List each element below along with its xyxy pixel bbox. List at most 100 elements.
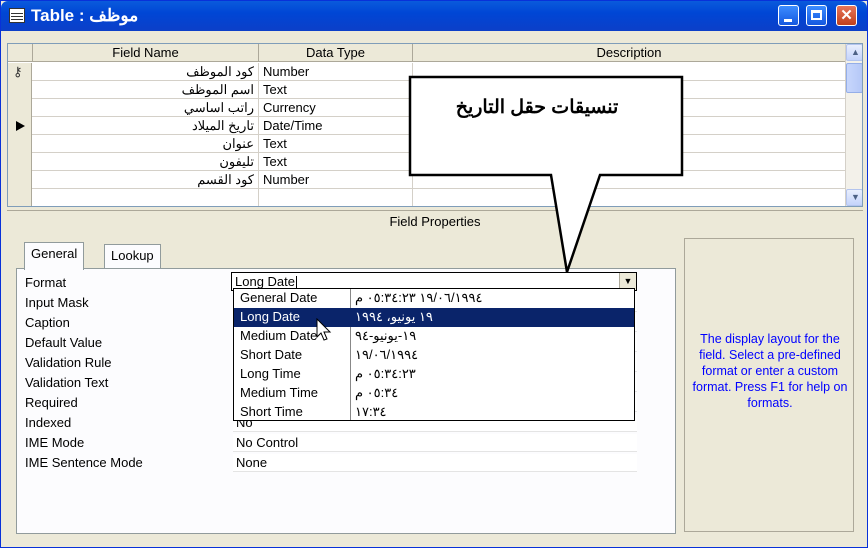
row-selector[interactable] [8, 189, 32, 206]
field-name-cell[interactable]: عنوان [33, 135, 259, 153]
scroll-thumb[interactable] [846, 63, 862, 93]
format-option[interactable]: Short Date ١٩/٠٦/١٩٩٤ [234, 346, 634, 365]
format-option-sample: ١٧:٣٤ [355, 404, 387, 419]
description-cell[interactable] [413, 171, 846, 189]
grid-header: Field Name Data Type Description [8, 44, 846, 62]
row-selector[interactable] [8, 117, 32, 135]
tab-lookup[interactable]: Lookup [104, 244, 161, 268]
field-name-cell[interactable]: راتب اساسي [33, 99, 259, 117]
callout-text: تنسيقات حقل التاريخ [455, 97, 619, 118]
current-row-icon [16, 121, 25, 131]
description-cell[interactable] [413, 63, 846, 81]
header-description[interactable]: Description [413, 44, 846, 62]
row-selector[interactable] [8, 81, 32, 99]
table-row[interactable] [8, 189, 846, 206]
format-option-name: Medium Date [240, 328, 318, 343]
field-name-cell[interactable]: كود القسم [33, 171, 259, 189]
field-name-cell[interactable]: تليفون [33, 153, 259, 171]
format-option-name: Medium Time [240, 385, 319, 400]
format-option-name: Long Time [240, 366, 301, 381]
header-selector [8, 44, 33, 62]
property-label: Input Mask [25, 295, 89, 310]
format-option-sample: ٠٥:٣٤ م [355, 385, 399, 400]
row-selector[interactable] [8, 135, 32, 153]
close-button[interactable]: ✕ [836, 5, 857, 26]
property-label: Validation Rule [25, 355, 112, 370]
row-selector[interactable] [8, 171, 32, 189]
mouse-pointer-icon [316, 318, 332, 341]
format-option-name: General Date [240, 290, 318, 305]
format-dropdown-list: General Date ١٩/٠٦/١٩٩٤ ٠٥:٣٤:٢٣ م Long Da… [233, 288, 635, 421]
data-type-cell[interactable] [259, 189, 413, 206]
table-row[interactable]: تاريخ الميلاد Date/Time [8, 117, 846, 135]
tab-general[interactable]: General [24, 242, 85, 270]
description-cell[interactable] [413, 135, 846, 153]
chevron-down-icon: ▼ [851, 192, 860, 202]
field-name-cell[interactable]: تاريخ الميلاد [33, 117, 259, 135]
minimize-icon [784, 19, 792, 22]
table-row[interactable]: ⚷ كود الموظف Number [8, 63, 846, 81]
description-cell[interactable] [413, 189, 846, 206]
help-panel: The display layout for the field. Select… [684, 238, 854, 532]
property-label: IME Mode [25, 435, 85, 450]
grid-scrollbar[interactable]: ▲ ▼ [845, 44, 862, 206]
table-icon [9, 8, 25, 23]
format-option[interactable]: Medium Date ١٩-يونيو-٩٤ [234, 327, 634, 346]
property-value[interactable]: No Control [233, 434, 637, 452]
property-value[interactable]: None [233, 454, 637, 472]
field-name-cell[interactable] [33, 189, 259, 206]
format-option-name: Short Date [240, 347, 303, 362]
description-cell[interactable] [413, 153, 846, 171]
field-grid: Field Name Data Type Description ⚷ كود ال… [7, 43, 863, 207]
property-label: Indexed [25, 415, 72, 430]
title-bar[interactable]: موظف : Table ✕ [1, 1, 867, 31]
property-label: Caption [25, 315, 70, 330]
format-option-sample: ١٩-يونيو-٩٤ [355, 328, 417, 343]
property-label: Validation Text [25, 375, 109, 390]
format-option-name: Short Time [240, 404, 303, 419]
table-row[interactable]: عنوان Text [8, 135, 846, 153]
header-field-name[interactable]: Field Name [33, 44, 259, 62]
format-option-sample: ١٩/٠٦/١٩٩٤ [355, 347, 419, 362]
format-option-sample: ١٩/٠٦/١٩٩٤ ٠٥:٣٤:٢٣ م [355, 290, 483, 305]
format-option-sample: ١٩ يونيو، ١٩٩٤ [355, 309, 433, 324]
format-option[interactable]: Medium Time ٠٥:٣٤ م [234, 384, 634, 403]
data-type-cell[interactable]: Text [259, 81, 413, 99]
data-type-cell[interactable]: Text [259, 135, 413, 153]
property-label: IME Sentence Mode [25, 455, 143, 470]
field-name-cell[interactable]: اسم الموظف [33, 81, 259, 99]
format-option-sample: ٠٥:٣٤:٢٣ م [355, 366, 416, 381]
row-selector[interactable] [8, 153, 32, 171]
close-icon: ✕ [840, 7, 853, 24]
format-label: Format [25, 275, 67, 290]
row-selector[interactable]: ⚷ [8, 63, 32, 81]
table-row[interactable]: تليفون Text [8, 153, 846, 171]
data-type-cell[interactable]: Text [259, 153, 413, 171]
scroll-up-button[interactable]: ▲ [846, 44, 862, 61]
scroll-down-button[interactable]: ▼ [846, 189, 862, 206]
data-type-cell[interactable]: Date/Time [259, 117, 413, 135]
window-title: موظف : Table [31, 6, 139, 25]
format-option[interactable]: Long Time ٠٥:٣٤:٢٣ م [234, 365, 634, 384]
property-label: Default Value [25, 335, 103, 350]
field-properties-bar: Field Properties [7, 210, 863, 232]
format-option[interactable]: General Date ١٩/٠٦/١٩٩٤ ٠٥:٣٤:٢٣ م [234, 289, 634, 308]
help-text: The display layout for the field. Select… [692, 332, 848, 410]
data-type-cell[interactable]: Number [259, 63, 413, 81]
primary-key-icon: ⚷ [13, 64, 23, 79]
format-option-name: Long Date [240, 309, 300, 324]
data-type-cell[interactable]: Currency [259, 99, 413, 117]
table-row[interactable]: كود القسم Number [8, 171, 846, 189]
minimize-button[interactable] [778, 5, 799, 26]
header-data-type[interactable]: Data Type [259, 44, 413, 62]
maximize-button[interactable] [806, 5, 827, 26]
field-name-cell[interactable]: كود الموظف [33, 63, 259, 81]
format-option[interactable]: Long Date ١٩ يونيو، ١٩٩٤ [234, 308, 634, 327]
row-selector[interactable] [8, 99, 32, 117]
property-label: Required [25, 395, 78, 410]
description-cell[interactable] [413, 117, 846, 135]
chevron-up-icon: ▲ [851, 47, 860, 57]
data-type-cell[interactable]: Number [259, 171, 413, 189]
format-option[interactable]: Short Time ١٧:٣٤ [234, 403, 634, 422]
maximize-icon [811, 10, 822, 20]
